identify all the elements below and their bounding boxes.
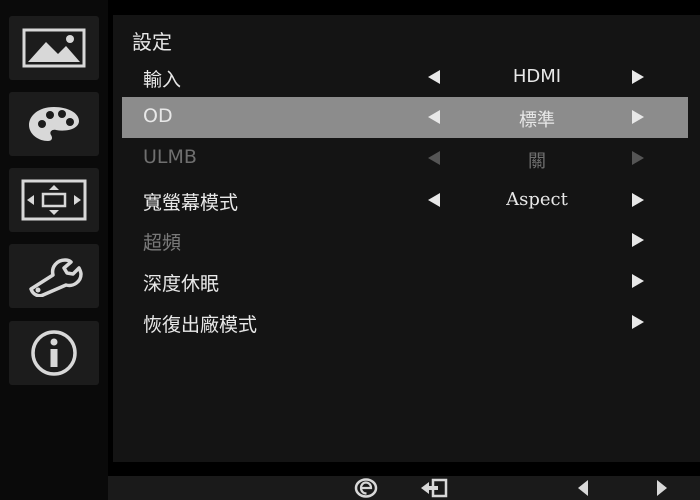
menu-row-label: ULMB (143, 146, 197, 168)
arrow-left-icon[interactable] (428, 193, 440, 207)
arrow-right-icon[interactable] (632, 274, 644, 288)
arrow-right-icon[interactable] (632, 233, 644, 247)
menu-row-label: 恢復出廠模式 (143, 314, 258, 336)
info-icon (31, 330, 77, 376)
menu-row-label: 深度休眠 (143, 273, 220, 295)
arrow-right-icon[interactable] (632, 315, 644, 329)
menu-row-input[interactable]: 輸入 HDMI (122, 57, 688, 98)
arrow-left-icon[interactable] (428, 110, 440, 124)
bottom-bar (108, 476, 700, 500)
arrow-right-icon[interactable] (632, 110, 644, 124)
picture-icon (22, 28, 86, 68)
menu-row-label: 超頻 (143, 232, 182, 254)
wrench-icon (29, 258, 83, 297)
menu-row-label: OD (143, 105, 173, 127)
menu-row-overclock[interactable]: 超頻 (122, 220, 688, 261)
menu-row-wide-mode[interactable]: 寬螢幕模式 Aspect (122, 180, 688, 221)
left-arrow-icon[interactable] (576, 478, 590, 498)
arrow-left-icon (428, 151, 440, 165)
menu-row-deep-sleep[interactable]: 深度休眠 (122, 261, 688, 302)
menu-row-label: 寬螢幕模式 (143, 192, 239, 214)
menu-row-label: 輸入 (143, 69, 182, 91)
menu-row-ulmb: ULMB 關 (122, 138, 688, 179)
menu-row-value: 關 (528, 151, 546, 172)
arrow-right-icon[interactable] (632, 193, 644, 207)
menu-row-factory-reset[interactable]: 恢復出廠模式 (122, 302, 688, 343)
right-arrow-icon[interactable] (655, 478, 669, 498)
arrow-left-icon[interactable] (428, 70, 440, 84)
sidebar-item-color[interactable] (9, 92, 99, 156)
exit-icon[interactable] (419, 478, 449, 498)
e-mode-icon[interactable] (354, 478, 378, 498)
color-palette-icon (29, 107, 79, 141)
menu-row-value: HDMI (512, 66, 562, 87)
sidebar-item-aspect[interactable] (9, 168, 99, 232)
menu-row-od[interactable]: OD 標準 (122, 97, 688, 138)
sidebar (0, 0, 108, 500)
aspect-ratio-icon (21, 179, 87, 221)
menu-row-value: Aspect (506, 189, 568, 210)
page-title: 設定 (132, 30, 172, 54)
sidebar-item-settings[interactable] (9, 244, 99, 308)
sidebar-item-info[interactable] (9, 321, 99, 385)
sidebar-item-picture[interactable] (9, 16, 99, 80)
arrow-right-icon[interactable] (632, 70, 644, 84)
arrow-right-icon (632, 151, 644, 165)
menu-row-value: 標準 (519, 110, 555, 131)
